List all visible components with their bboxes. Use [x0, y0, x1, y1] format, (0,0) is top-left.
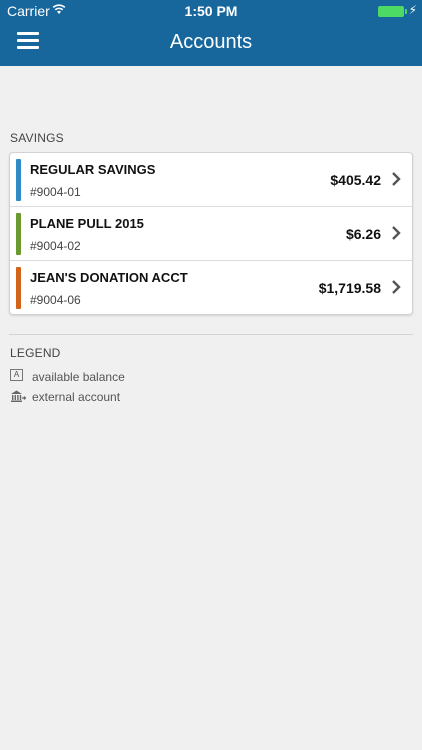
account-color-bar	[16, 267, 21, 309]
account-row-plane-pull-2015[interactable]: PLANE PULL 2015 #9004-02 $6.26	[10, 207, 412, 261]
account-number: #9004-01	[30, 185, 81, 199]
account-balance: $405.42	[330, 172, 381, 188]
chevron-right-icon	[392, 226, 401, 240]
available-balance-icon: A	[10, 369, 23, 381]
account-color-bar	[16, 159, 21, 201]
legend-text: available balance	[32, 370, 125, 384]
account-row-regular-savings[interactable]: REGULAR SAVINGS #9004-01 $405.42	[10, 153, 412, 207]
status-bar: Carrier 1:50 PM ⚡	[0, 0, 422, 22]
account-name: JEAN'S DONATION ACCT	[30, 270, 188, 285]
chevron-right-icon	[392, 172, 401, 186]
savings-account-list: REGULAR SAVINGS #9004-01 $405.42 PLANE P…	[9, 152, 413, 315]
account-row-jeans-donation-acct[interactable]: JEAN'S DONATION ACCT #9004-06 $1,719.58	[10, 261, 412, 314]
status-time: 1:50 PM	[184, 3, 238, 19]
external-account-icon	[11, 390, 26, 402]
account-number: #9004-02	[30, 239, 81, 253]
chevron-right-icon	[392, 280, 401, 294]
page-title: Accounts	[169, 31, 253, 53]
account-balance: $6.26	[345, 226, 381, 242]
charging-icon: ⚡	[408, 3, 417, 17]
account-color-bar	[16, 213, 21, 255]
legend-section-label: LEGEND	[10, 346, 61, 360]
account-balance: $1,719.58	[318, 280, 381, 296]
account-name: REGULAR SAVINGS	[30, 162, 156, 177]
account-number: #9004-06	[30, 293, 81, 307]
battery-icon	[378, 6, 407, 17]
section-divider	[9, 334, 413, 335]
account-name: PLANE PULL 2015	[30, 216, 144, 231]
legend-text: external account	[32, 390, 121, 404]
savings-section-label: SAVINGS	[10, 131, 64, 145]
app-header: Carrier 1:50 PM ⚡ Accounts	[0, 0, 422, 66]
